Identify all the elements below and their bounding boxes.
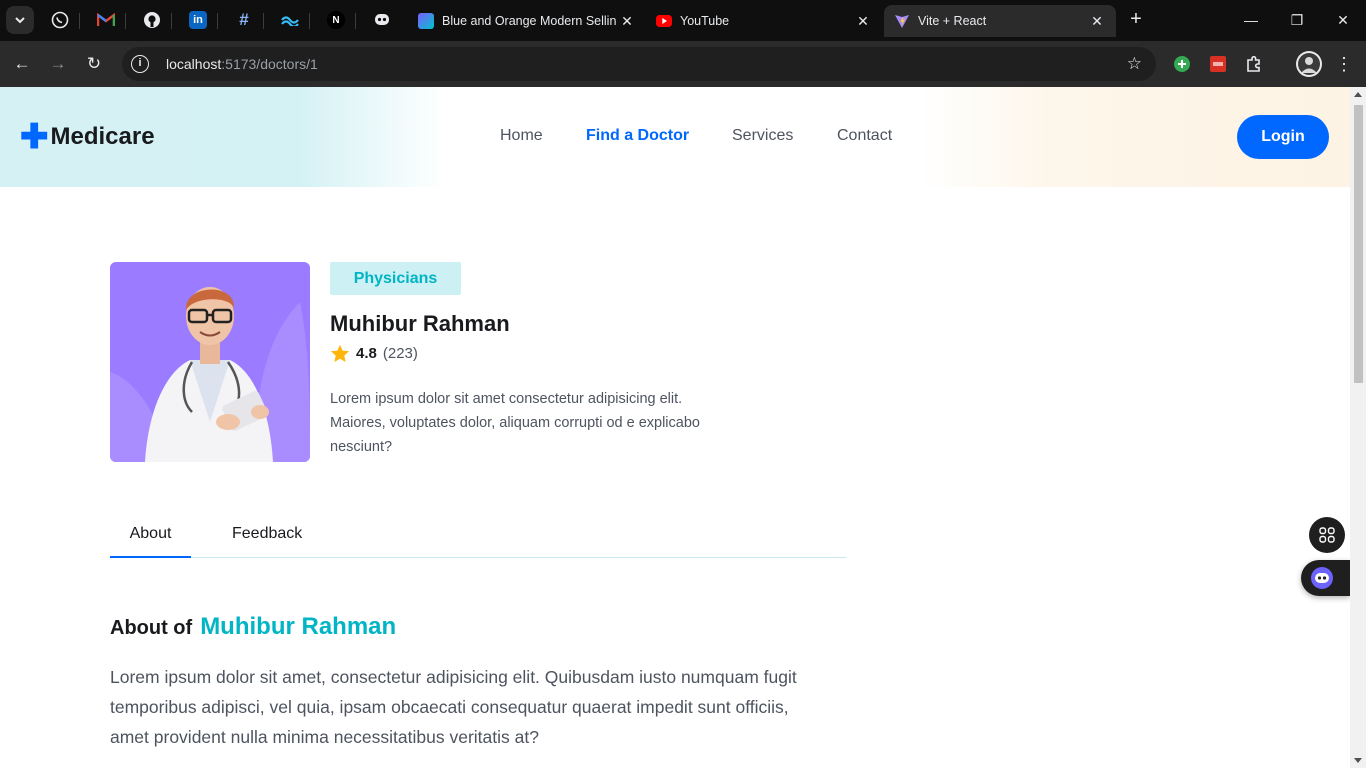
tab-strip: in # N Blue and Orange Modern Sellin ✕ Y… [0,0,1366,41]
tab-divider [125,13,126,29]
close-tab-icon[interactable]: ✕ [1088,13,1106,30]
nav-contact[interactable]: Contact [837,127,892,145]
tab-title: Vite + React [918,14,987,28]
new-tab-button[interactable]: + [1124,8,1148,32]
star-icon [330,344,350,363]
tab-title: YouTube [680,14,730,28]
pinned-tab-whatsapp[interactable] [40,5,80,35]
browser-menu-button[interactable]: ⋮ [1330,50,1358,78]
url-text: localhost:5173/doctors/1 [166,56,318,72]
rating-average: 4.8 [356,345,377,362]
close-tab-icon[interactable]: ✕ [854,13,872,30]
doctor-rating: 4.8 (223) [330,344,418,363]
reload-button[interactable]: ↻ [80,50,108,78]
address-bar[interactable]: i localhost:5173/doctors/1 ☆ [122,47,1156,81]
tab-divider [79,13,80,29]
tab-divider [355,13,356,29]
extensions-button[interactable] [1243,53,1265,75]
profile-avatar[interactable] [1296,51,1322,77]
hashtag-icon: # [239,10,249,29]
logo-text: Medicare [50,123,155,150]
pinned-tab-next[interactable]: N [316,5,356,35]
pinned-tab-tailwind[interactable] [270,5,310,35]
linkedin-icon: in [189,11,207,29]
pinned-tab-linkedin[interactable]: in [178,5,218,35]
tailwind-icon [281,16,299,26]
whatsapp-icon [51,11,69,29]
grid-icon [1319,527,1335,543]
browser-tab-active[interactable]: Vite + React ✕ [884,5,1116,37]
github-icon [144,12,160,28]
next-icon: N [327,11,345,29]
gmail-icon [97,13,115,26]
nav-home[interactable]: Home [500,127,543,145]
doctor-illustration [110,287,310,462]
chatbot-icon [375,14,389,25]
floating-apps-button[interactable] [1309,517,1345,553]
pdf-icon [1210,56,1226,72]
tab-divider [263,13,264,29]
site-header: ✚ Medicare Home Find a Doctor Services C… [0,87,1350,187]
scroll-down-arrow-icon[interactable] [1354,758,1362,763]
avatar-icon [1298,53,1320,75]
minimize-button[interactable]: — [1228,0,1274,40]
tab-divider [171,13,172,29]
logo-plus-icon: ✚ [20,118,49,156]
bookmark-star-icon[interactable]: ☆ [1127,54,1142,74]
back-button[interactable]: ← [8,50,36,78]
browser-tab-youtube[interactable]: YouTube ✕ [646,5,882,37]
scroll-up-arrow-icon[interactable] [1354,92,1362,97]
tab-about[interactable]: About [110,525,191,558]
plus-circle-icon [1174,56,1190,72]
page-scrollbar[interactable] [1350,87,1366,768]
puzzle-icon [1247,55,1260,72]
site-logo[interactable]: ✚ Medicare [20,118,155,156]
doctor-short-bio: Lorem ipsum dolor sit amet consectetur a… [330,391,700,455]
tab-title: Blue and Orange Modern Sellin [442,14,617,28]
extension-pdf-button[interactable] [1207,53,1229,75]
site-info-icon[interactable]: i [131,55,149,73]
about-text: Lorem ipsum dolor sit amet, consectetur … [110,667,797,747]
profile-tabs: About Feedback [110,517,846,558]
pinned-tab-github[interactable] [132,5,172,35]
close-window-button[interactable]: ✕ [1320,0,1366,40]
login-button[interactable]: Login [1237,115,1329,159]
assistant-icon [1311,567,1333,589]
url-host: localhost [166,56,222,72]
browser-tab-canva[interactable]: Blue and Orange Modern Sellin ✕ [408,5,646,37]
floating-assistant-button[interactable] [1301,560,1350,596]
doctor-photo [110,262,310,462]
extension-add-button[interactable] [1171,53,1193,75]
specialty-badge: Physicians [330,262,461,295]
tab-divider [309,13,310,29]
tab-divider [217,13,218,29]
youtube-icon [656,15,672,27]
close-tab-icon[interactable]: ✕ [618,13,636,30]
forward-button[interactable]: → [44,50,72,78]
rating-count: (223) [382,345,418,362]
url-path: :5173/doctors/1 [221,56,318,72]
nav-services[interactable]: Services [732,127,793,145]
scrollbar-thumb[interactable] [1354,105,1363,383]
pinned-tab-hashtag[interactable]: # [224,5,264,35]
pinned-tab-chatbot[interactable] [362,5,402,35]
nav-find-a-doctor[interactable]: Find a Doctor [586,127,689,145]
restore-button[interactable]: ❐ [1274,0,1320,40]
canva-icon [418,13,434,29]
tab-feedback[interactable]: Feedback [232,525,302,543]
browser-toolbar: ← → ↻ i localhost:5173/doctors/1 ☆ ⋮ [0,41,1366,87]
chevron-down-icon [15,17,25,24]
about-heading-label: About of [110,617,193,639]
page-viewport: ✚ Medicare Home Find a Doctor Services C… [0,87,1350,768]
doctor-name: Muhibur Rahman [330,311,510,336]
vite-icon [895,15,909,28]
about-heading-name: Muhibur Rahman [200,613,397,640]
about-heading: About of Muhibur Rahman [110,613,396,641]
pinned-tab-gmail[interactable] [86,5,126,35]
tab-search-button[interactable] [6,6,34,34]
